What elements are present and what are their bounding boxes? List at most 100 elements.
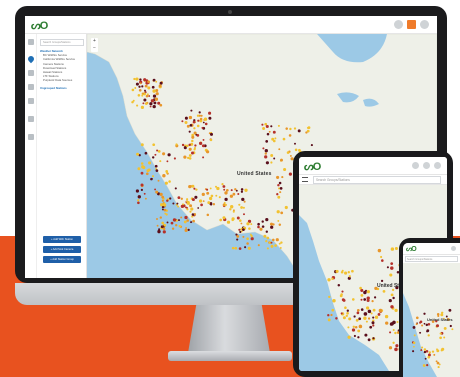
station-marker[interactable] xyxy=(143,192,146,195)
station-marker[interactable] xyxy=(221,183,224,186)
station-marker[interactable] xyxy=(346,309,349,312)
station-marker[interactable] xyxy=(367,338,371,342)
station-marker[interactable] xyxy=(423,322,426,325)
station-marker[interactable] xyxy=(133,77,136,81)
station-marker[interactable] xyxy=(367,309,372,314)
station-marker[interactable] xyxy=(366,290,370,294)
station-marker[interactable] xyxy=(196,124,200,128)
station-marker[interactable] xyxy=(209,132,214,136)
station-marker[interactable] xyxy=(340,293,343,296)
station-marker[interactable] xyxy=(363,312,368,316)
station-marker[interactable] xyxy=(278,148,281,151)
station-marker[interactable] xyxy=(242,206,245,209)
station-marker[interactable] xyxy=(250,223,253,226)
station-marker[interactable] xyxy=(190,109,193,112)
station-marker[interactable] xyxy=(347,326,350,329)
station-marker[interactable] xyxy=(310,144,313,147)
station-marker[interactable] xyxy=(152,143,156,147)
station-marker[interactable] xyxy=(275,238,279,242)
station-marker[interactable] xyxy=(146,169,150,173)
station-marker[interactable] xyxy=(257,225,260,229)
station-marker[interactable] xyxy=(194,195,198,199)
station-marker[interactable] xyxy=(426,330,429,333)
station-marker[interactable] xyxy=(149,105,152,108)
add-smoke-camera-button[interactable]: + Add Smk Camera xyxy=(43,246,81,253)
station-marker[interactable] xyxy=(344,306,347,309)
station-marker[interactable] xyxy=(283,167,287,172)
station-marker[interactable] xyxy=(237,192,240,196)
station-marker[interactable] xyxy=(192,120,196,124)
station-marker[interactable] xyxy=(276,175,280,179)
station-marker[interactable] xyxy=(156,218,158,220)
station-marker[interactable] xyxy=(167,153,171,157)
station-marker[interactable] xyxy=(341,269,344,272)
station-marker[interactable] xyxy=(273,157,276,160)
station-marker[interactable] xyxy=(394,331,397,335)
station-marker[interactable] xyxy=(330,313,333,317)
station-marker[interactable] xyxy=(201,126,204,129)
station-marker[interactable] xyxy=(144,151,148,155)
station-marker[interactable] xyxy=(337,284,341,287)
station-marker[interactable] xyxy=(150,99,155,103)
station-marker[interactable] xyxy=(189,123,193,127)
station-marker[interactable] xyxy=(202,121,205,124)
station-marker[interactable] xyxy=(154,97,159,101)
station-marker[interactable] xyxy=(198,141,203,146)
station-marker[interactable] xyxy=(240,190,244,193)
station-marker[interactable] xyxy=(176,202,179,205)
station-marker[interactable] xyxy=(137,167,141,171)
station-marker[interactable] xyxy=(284,205,288,210)
station-marker[interactable] xyxy=(436,361,440,365)
station-marker[interactable] xyxy=(196,114,200,117)
add-weather-station-button[interactable]: + Add Wthr Station xyxy=(43,236,81,243)
phone-user-icon[interactable] xyxy=(451,246,456,251)
station-marker[interactable] xyxy=(147,80,150,84)
station-marker[interactable] xyxy=(385,321,389,325)
station-marker[interactable] xyxy=(270,241,273,244)
station-marker[interactable] xyxy=(134,87,137,89)
station-marker[interactable] xyxy=(224,191,228,195)
station-marker[interactable] xyxy=(188,115,193,120)
station-marker[interactable] xyxy=(421,346,424,349)
station-marker[interactable] xyxy=(191,213,195,216)
station-marker[interactable] xyxy=(265,161,269,165)
station-marker[interactable] xyxy=(345,314,348,318)
phone-logo[interactable]: ᔕO xyxy=(406,245,417,253)
station-marker[interactable] xyxy=(353,315,356,318)
station-marker[interactable] xyxy=(248,227,251,230)
station-marker[interactable] xyxy=(206,188,209,191)
station-marker[interactable] xyxy=(246,237,249,241)
station-marker[interactable] xyxy=(205,150,210,154)
station-marker[interactable] xyxy=(175,143,178,146)
station-marker[interactable] xyxy=(186,144,189,148)
station-marker[interactable] xyxy=(215,194,218,197)
station-marker[interactable] xyxy=(145,94,149,98)
station-marker[interactable] xyxy=(277,219,280,222)
station-marker[interactable] xyxy=(132,99,135,102)
station-marker[interactable] xyxy=(177,205,180,208)
station-marker[interactable] xyxy=(200,203,203,207)
station-marker[interactable] xyxy=(180,197,183,200)
station-marker[interactable] xyxy=(359,286,362,290)
station-marker[interactable] xyxy=(145,84,148,87)
station-marker[interactable] xyxy=(357,336,360,339)
station-marker[interactable] xyxy=(288,134,292,137)
station-marker[interactable] xyxy=(249,233,252,236)
station-marker[interactable] xyxy=(183,155,187,159)
station-marker[interactable] xyxy=(358,324,363,329)
station-marker[interactable] xyxy=(178,219,180,222)
station-marker[interactable] xyxy=(187,228,190,232)
station-marker[interactable] xyxy=(390,293,394,297)
station-marker[interactable] xyxy=(346,311,349,315)
station-marker[interactable] xyxy=(435,324,440,328)
station-marker[interactable] xyxy=(360,308,364,311)
station-marker[interactable] xyxy=(264,149,268,153)
chart-icon[interactable] xyxy=(28,70,34,76)
station-marker[interactable] xyxy=(201,192,205,197)
station-marker[interactable] xyxy=(439,336,442,340)
station-marker[interactable] xyxy=(439,332,442,335)
station-marker[interactable] xyxy=(265,140,269,143)
station-marker[interactable] xyxy=(423,348,427,351)
station-marker[interactable] xyxy=(394,246,398,251)
station-marker[interactable] xyxy=(239,230,242,234)
